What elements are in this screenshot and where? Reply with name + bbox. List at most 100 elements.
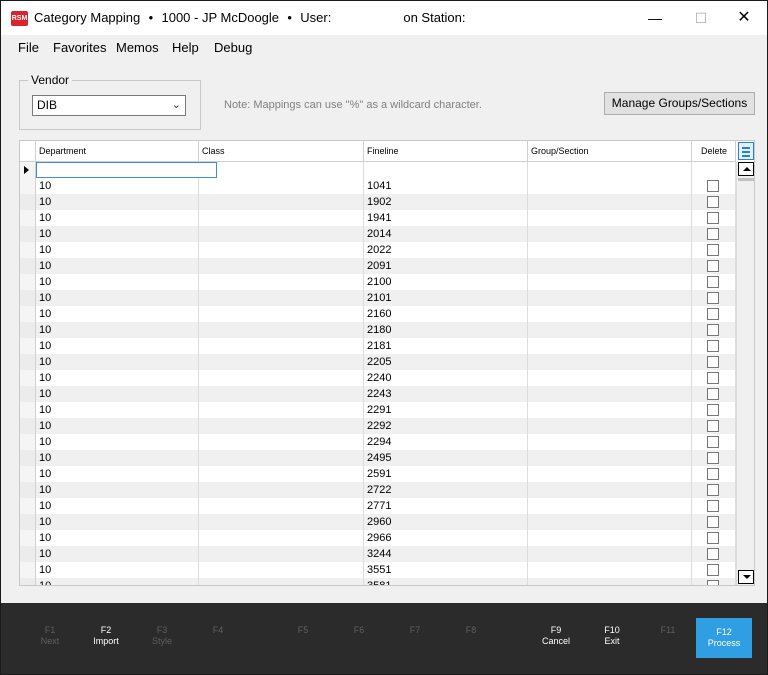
delete-checkbox[interactable] bbox=[707, 420, 719, 432]
cell-department[interactable]: 10 bbox=[36, 418, 199, 434]
cell-department[interactable]: 10 bbox=[36, 290, 199, 306]
cell-class[interactable] bbox=[199, 338, 364, 354]
table-row[interactable]: 10 2100 bbox=[20, 274, 736, 290]
table-row[interactable]: 10 2243 bbox=[20, 386, 736, 402]
delete-checkbox[interactable] bbox=[707, 548, 719, 560]
column-class[interactable]: Class bbox=[199, 141, 364, 161]
cell-fineline[interactable]: 2495 bbox=[364, 450, 528, 466]
cell-group-section[interactable] bbox=[528, 418, 692, 434]
table-row[interactable]: 10 2960 bbox=[20, 514, 736, 530]
cell-fineline[interactable]: 3581 bbox=[364, 578, 528, 585]
row-selector[interactable] bbox=[20, 482, 36, 498]
cell-department[interactable]: 10 bbox=[36, 482, 199, 498]
cell-class[interactable] bbox=[199, 578, 364, 585]
fkey-f9-button[interactable]: F9 Cancel bbox=[528, 625, 584, 647]
cell-group-section[interactable] bbox=[528, 178, 692, 194]
row-selector[interactable] bbox=[20, 194, 36, 210]
cell-department[interactable]: 10 bbox=[36, 274, 199, 290]
cell-fineline[interactable]: 2294 bbox=[364, 434, 528, 450]
row-selector[interactable] bbox=[20, 466, 36, 482]
table-row[interactable]: 10 2160 bbox=[20, 306, 736, 322]
cell-group-section[interactable] bbox=[528, 226, 692, 242]
cell-fineline[interactable]: 2091 bbox=[364, 258, 528, 274]
row-selector[interactable] bbox=[20, 562, 36, 578]
table-row[interactable]: 10 2240 bbox=[20, 370, 736, 386]
cell-class[interactable] bbox=[199, 466, 364, 482]
cell-group-section[interactable] bbox=[528, 338, 692, 354]
cell-department[interactable]: 10 bbox=[36, 242, 199, 258]
row-selector[interactable] bbox=[20, 546, 36, 562]
cell-fineline[interactable]: 2181 bbox=[364, 338, 528, 354]
cell-class[interactable] bbox=[199, 306, 364, 322]
table-row[interactable]: 10 2205 bbox=[20, 354, 736, 370]
cell-class[interactable] bbox=[199, 450, 364, 466]
cell-class[interactable] bbox=[199, 514, 364, 530]
row-selector[interactable] bbox=[20, 274, 36, 290]
cell-class[interactable] bbox=[199, 530, 364, 546]
cell-class[interactable] bbox=[199, 482, 364, 498]
table-row[interactable]: 10 1902 bbox=[20, 194, 736, 210]
cell-department[interactable]: 10 bbox=[36, 498, 199, 514]
manage-groups-sections-button[interactable]: Manage Groups/Sections bbox=[604, 92, 755, 115]
cell-fineline[interactable]: 2180 bbox=[364, 322, 528, 338]
cell-fineline[interactable]: 2243 bbox=[364, 386, 528, 402]
chevron-down-icon[interactable]: ⌄ bbox=[172, 96, 181, 115]
cell-group-section[interactable] bbox=[528, 402, 692, 418]
cell-group-section[interactable] bbox=[528, 450, 692, 466]
column-fineline[interactable]: Fineline bbox=[364, 141, 528, 161]
table-row[interactable]: 10 1941 bbox=[20, 210, 736, 226]
maximize-icon[interactable]: ☐ bbox=[678, 1, 724, 35]
cell-fineline[interactable]: 1041 bbox=[364, 178, 528, 194]
cell-group-section[interactable] bbox=[528, 354, 692, 370]
delete-checkbox[interactable] bbox=[707, 532, 719, 544]
cell-group-section[interactable] bbox=[528, 274, 692, 290]
cell-fineline[interactable]: 2100 bbox=[364, 274, 528, 290]
cell-group-section[interactable] bbox=[528, 578, 692, 585]
cell-group-section[interactable] bbox=[528, 482, 692, 498]
scroll-thumb[interactable] bbox=[738, 178, 754, 181]
delete-checkbox[interactable] bbox=[707, 244, 719, 256]
delete-checkbox[interactable] bbox=[707, 260, 719, 272]
cell-class[interactable] bbox=[199, 194, 364, 210]
cell-fineline[interactable]: 2240 bbox=[364, 370, 528, 386]
row-selector[interactable] bbox=[20, 386, 36, 402]
cell-class[interactable] bbox=[199, 210, 364, 226]
cell-fineline[interactable]: 2101 bbox=[364, 290, 528, 306]
delete-checkbox[interactable] bbox=[707, 484, 719, 496]
cell-department[interactable]: 10 bbox=[36, 546, 199, 562]
cell-department[interactable]: 10 bbox=[36, 322, 199, 338]
cell-department[interactable]: 10 bbox=[36, 306, 199, 322]
cell-fineline[interactable]: 2771 bbox=[364, 498, 528, 514]
cell-fineline[interactable]: 2722 bbox=[364, 482, 528, 498]
cell-class[interactable] bbox=[199, 178, 364, 194]
fkey-f10-button[interactable]: F10 Exit bbox=[584, 625, 640, 647]
menu-help[interactable]: Help bbox=[172, 40, 199, 55]
cell-department[interactable]: 10 bbox=[36, 386, 199, 402]
cell-class[interactable] bbox=[199, 498, 364, 514]
delete-checkbox[interactable] bbox=[707, 276, 719, 288]
cell-class[interactable] bbox=[199, 354, 364, 370]
row-selector[interactable] bbox=[20, 530, 36, 546]
cell-group-section[interactable] bbox=[528, 546, 692, 562]
row-selector[interactable] bbox=[20, 338, 36, 354]
row-selector[interactable] bbox=[20, 306, 36, 322]
row-selector[interactable] bbox=[20, 210, 36, 226]
cell-department[interactable]: 10 bbox=[36, 338, 199, 354]
table-row[interactable]: 10 2292 bbox=[20, 418, 736, 434]
row-selector[interactable] bbox=[20, 450, 36, 466]
row-selector[interactable] bbox=[20, 434, 36, 450]
cell-group-section[interactable] bbox=[528, 434, 692, 450]
cell-department[interactable]: 10 bbox=[36, 370, 199, 386]
vendor-select[interactable]: DIB ⌄ bbox=[32, 95, 186, 116]
cell-class[interactable] bbox=[199, 370, 364, 386]
cell-class[interactable] bbox=[199, 258, 364, 274]
cell-group-section[interactable] bbox=[528, 258, 692, 274]
delete-checkbox[interactable] bbox=[707, 212, 719, 224]
row-selector[interactable] bbox=[20, 162, 36, 178]
cell-fineline[interactable]: 2591 bbox=[364, 466, 528, 482]
cell-group-section[interactable] bbox=[528, 370, 692, 386]
row-selector[interactable] bbox=[20, 242, 36, 258]
cell-department[interactable]: 10 bbox=[36, 226, 199, 242]
cell-department[interactable]: 10 bbox=[36, 514, 199, 530]
table-row[interactable]: 10 3551 bbox=[20, 562, 736, 578]
